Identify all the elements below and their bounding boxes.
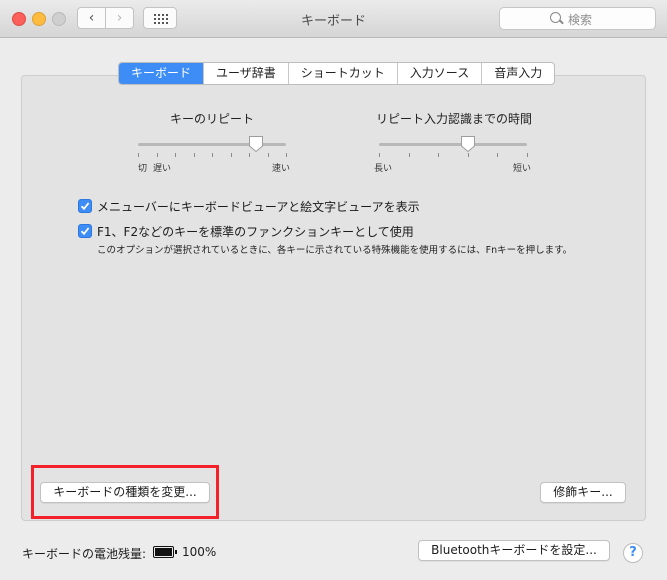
- repeat-delay-track[interactable]: [379, 143, 527, 146]
- slider-tick: [249, 153, 250, 157]
- slider-tick: [157, 153, 158, 157]
- repeat-delay-short-label: 短い: [513, 164, 532, 174]
- slider-tick: [138, 153, 139, 157]
- key-repeat-title: キーのリピート: [170, 112, 255, 126]
- settings-panel: [21, 75, 646, 521]
- slider-tick: [438, 153, 439, 157]
- slider-tick: [468, 153, 469, 157]
- show-viewer-label[interactable]: メニューバーにキーボードビューアと絵文字ビューアを表示: [97, 198, 420, 215]
- key-repeat-fast-label: 速い: [272, 164, 291, 174]
- slider-tick: [527, 153, 528, 157]
- repeat-delay-slider-knob[interactable]: [460, 135, 476, 153]
- tab-shortcuts[interactable]: ショートカット: [287, 63, 397, 84]
- help-button[interactable]: ?: [623, 543, 643, 563]
- show-viewer-checkbox[interactable]: [78, 199, 92, 213]
- fn-keys-label[interactable]: F1、F2などのキーを標準のファンクションキーとして使用: [97, 223, 414, 240]
- slider-tick: [194, 153, 195, 157]
- highlight-box: [31, 465, 219, 519]
- tab-dictation[interactable]: 音声入力: [481, 63, 554, 84]
- tab-bar: キーボード ユーザ辞書 ショートカット 入力ソース 音声入力: [118, 62, 556, 85]
- tab-keyboard[interactable]: キーボード: [119, 63, 204, 84]
- key-repeat-off-label: 切: [138, 164, 148, 174]
- search-field[interactable]: 検索: [499, 7, 656, 30]
- slider-tick: [379, 153, 380, 157]
- slider-tick: [286, 153, 287, 157]
- fn-keys-note: このオプションが選択されているときに、各キーに示されている特殊機能を使用するには…: [97, 245, 573, 256]
- slider-tick: [212, 153, 213, 157]
- battery-label: キーボードの電池残量:: [22, 547, 147, 561]
- title-bar: ‹ › キーボード 検索: [0, 0, 667, 38]
- search-icon: [550, 12, 561, 23]
- setup-bluetooth-keyboard-button[interactable]: Bluetoothキーボードを設定...: [418, 540, 610, 561]
- slider-tick: [231, 153, 232, 157]
- fn-keys-checkbox[interactable]: [78, 224, 92, 238]
- slider-tick: [268, 153, 269, 157]
- tab-user-dictionary[interactable]: ユーザ辞書: [203, 63, 288, 84]
- checkmark-icon: [80, 202, 90, 211]
- modifier-keys-button[interactable]: 修飾キー...: [540, 482, 626, 503]
- slider-tick: [409, 153, 410, 157]
- checkmark-icon: [80, 227, 90, 236]
- search-placeholder: 検索: [568, 13, 593, 27]
- battery-icon: [153, 546, 177, 558]
- repeat-delay-title: リピート入力認識までの時間: [376, 112, 533, 126]
- key-repeat-slow-label: 遅い: [153, 164, 172, 174]
- slider-tick: [497, 153, 498, 157]
- battery-percent: 100%: [182, 545, 217, 559]
- repeat-delay-long-label: 長い: [374, 164, 393, 174]
- tab-input-sources[interactable]: 入力ソース: [396, 63, 481, 84]
- key-repeat-slider-knob[interactable]: [248, 135, 264, 153]
- slider-tick: [175, 153, 176, 157]
